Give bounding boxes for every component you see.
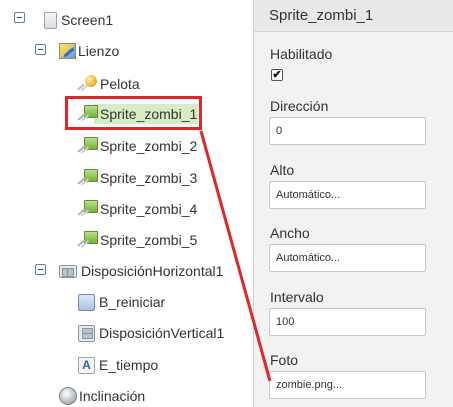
tree-item-label: Screen1	[61, 12, 114, 28]
image-sprite-icon	[76, 137, 98, 155]
tree-item-screen1[interactable]: Screen1	[44, 8, 113, 32]
horizontal-arrangement-icon	[59, 264, 77, 278]
tree-item-label: DisposiciónVertical1	[99, 325, 225, 341]
label-icon: A	[78, 356, 95, 374]
property-label-habilitado: Habilitado	[270, 46, 333, 62]
alto-input[interactable]: Automático...	[269, 181, 426, 209]
image-sprite-icon	[76, 105, 98, 123]
tree-item-sprite-zombi-2[interactable]: Sprite_zombi_2	[76, 134, 197, 158]
vertical-arrangement-icon	[78, 324, 95, 342]
habilitado-checkbox[interactable]: ✔	[271, 69, 283, 81]
properties-title: Sprite_zombi_1	[254, 0, 453, 32]
image-sprite-icon	[76, 231, 98, 249]
property-label-foto: Foto	[270, 352, 299, 368]
tree-item-label: Sprite_zombi_1	[100, 106, 198, 122]
image-sprite-icon	[76, 200, 98, 218]
tree-item-label: Sprite_zombi_3	[100, 170, 198, 186]
collapse-toggle-screen1[interactable]	[14, 12, 25, 23]
button-icon	[78, 293, 95, 311]
property-label-direccion: Dirección	[270, 98, 329, 114]
tree-item-label: Sprite_zombi_4	[100, 201, 198, 217]
tree-item-pelota[interactable]: Pelota	[76, 72, 140, 96]
tree-item-sprite-zombi-3[interactable]: Sprite_zombi_3	[76, 166, 197, 190]
orientation-sensor-icon	[59, 387, 77, 405]
foto-input[interactable]: zombie.png...	[269, 371, 426, 399]
tree-item-sprite-zombi-4[interactable]: Sprite_zombi_4	[76, 197, 197, 221]
screen-icon	[44, 11, 57, 29]
collapse-toggle-lienzo[interactable]	[35, 44, 46, 55]
tree-item-label: Sprite_zombi_5	[100, 232, 198, 248]
tree-item-label: Inclinación	[79, 388, 146, 404]
ball-sprite-icon	[76, 75, 98, 93]
tree-item-disposicion-horizontal1[interactable]: DisposiciónHorizontal1	[59, 259, 223, 283]
tree-item-label: Sprite_zombi_2	[100, 138, 198, 154]
ancho-input[interactable]: Automático...	[269, 244, 426, 272]
tree-item-disposicion-vertical1[interactable]: DisposiciónVertical1	[78, 321, 224, 345]
tree-item-inclinacion[interactable]: Inclinación	[59, 384, 145, 407]
tree-item-label: DisposiciónHorizontal1	[81, 263, 224, 279]
collapse-toggle-disposicion-horizontal1[interactable]	[35, 264, 46, 275]
property-label-ancho: Ancho	[270, 225, 310, 241]
tree-item-label: E_tiempo	[99, 357, 159, 373]
tree-item-sprite-zombi-5[interactable]: Sprite_zombi_5	[76, 228, 197, 252]
tree-item-label: Pelota	[100, 76, 140, 92]
direccion-input[interactable]: 0	[269, 117, 426, 145]
tree-item-sprite-zombi-1[interactable]: Sprite_zombi_1	[76, 102, 197, 126]
component-tree: Screen1 Lienzo Pelota Sprite_zombi_1 Spr…	[0, 0, 243, 407]
properties-panel: Sprite_zombi_1 Habilitado ✔ Dirección 0 …	[253, 0, 453, 407]
tree-item-lienzo[interactable]: Lienzo	[59, 39, 119, 63]
tree-item-label: B_reiniciar	[99, 294, 166, 310]
tree-item-b-reiniciar[interactable]: B_reiniciar	[78, 290, 165, 314]
tree-item-e-tiempo[interactable]: A E_tiempo	[78, 353, 158, 377]
property-label-intervalo: Intervalo	[270, 289, 324, 305]
image-sprite-icon	[76, 169, 98, 187]
property-label-alto: Alto	[270, 162, 295, 178]
canvas-icon	[59, 43, 76, 59]
intervalo-input[interactable]: 100	[269, 308, 426, 336]
tree-item-label: Lienzo	[78, 43, 120, 59]
